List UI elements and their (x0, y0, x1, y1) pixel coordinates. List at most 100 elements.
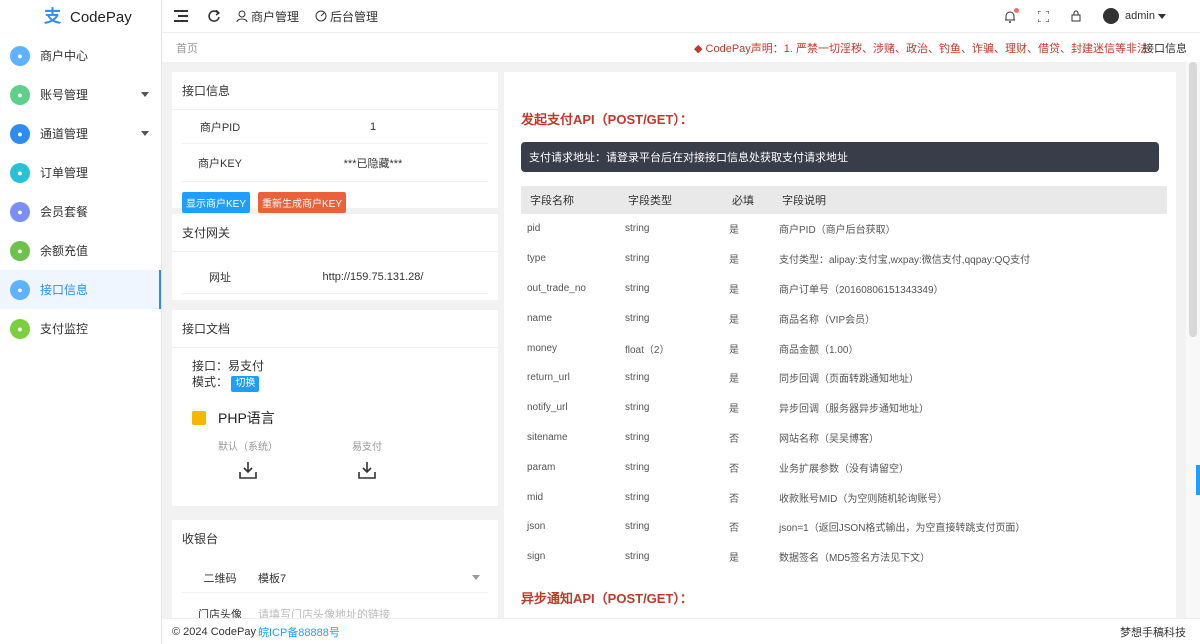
column-header: 字段类型 (619, 186, 723, 214)
table-cell: 收款账号MID（为空则随机轮询账号） (779, 493, 948, 505)
docs-info: 接口：易支付 模式： 切换 (172, 348, 498, 402)
scrollbar-thumb[interactable] (1189, 62, 1197, 337)
api-info-card: 接口信息 商户PID 1 商户KEY ***已隐藏*** 显示商户KEY 重新生… (172, 72, 498, 213)
sidebar-item-4[interactable]: ● 会员套餐 (0, 192, 161, 231)
table-cell: 数据签名（MD5签名方法见下文） (779, 553, 931, 565)
scrollbar[interactable] (1186, 62, 1200, 618)
table-cell: 是 (729, 255, 739, 267)
table-cell: string (625, 431, 650, 443)
table-cell: 商品金额（1.00） (779, 344, 859, 356)
table-cell: out_trade_no (527, 282, 586, 294)
gateway-url-value[interactable]: http://159.75.131.28/ (258, 271, 488, 283)
sidebar-item-label: 余额充值 (40, 244, 89, 258)
chevron-down-icon (141, 92, 149, 97)
refresh-icon[interactable] (208, 10, 220, 22)
cart-icon: ● (10, 162, 30, 183)
nav-merchant-management[interactable]: 商户管理 (236, 8, 299, 25)
folder-icon (192, 411, 206, 425)
sidebar-item-2[interactable]: ● 通道管理 (0, 114, 161, 153)
bell-icon[interactable] (1004, 7, 1020, 23)
template-value: 模板7 (258, 572, 287, 585)
interface-label: 接口：易支付 (192, 359, 265, 373)
key-value: ***已隐藏*** (343, 157, 403, 170)
table-cell: 否 (729, 463, 739, 475)
side-float-tab[interactable] (1196, 465, 1200, 495)
pay-url-notice: 支付请求地址：请登录平台后在对接接口信息处获取支付请求地址 (521, 142, 1159, 172)
table-cell: 业务扩展参数（没有请留空） (779, 463, 909, 475)
table-cell: string (625, 402, 650, 414)
table-cell: name (527, 312, 553, 324)
nav-admin-management[interactable]: 后台管理 (315, 8, 378, 25)
lock-icon[interactable] (1071, 10, 1081, 22)
sidebar-item-6[interactable]: ● 接口信息 (0, 270, 161, 309)
sidebar-item-5[interactable]: ● 余额充值 (0, 231, 161, 270)
table-cell: param (527, 461, 556, 473)
key-row: 商户KEY ***已隐藏*** (182, 144, 488, 182)
menu-toggle-icon[interactable] (174, 10, 188, 22)
partial-value[interactable]: 请填写门店头像地址的链接 (258, 606, 488, 618)
table-cell: string (625, 253, 650, 265)
main-content: 接口信息 商户PID 1 商户KEY ***已隐藏*** 显示商户KEY 重新生… (162, 62, 1186, 618)
partial-row: 门店头像 请填写门店头像地址的链接 (182, 599, 488, 618)
footer: © 2024 CodePay 皖ICP备88888号 梦想手稿科技 (162, 618, 1200, 644)
icp-link[interactable]: 皖ICP备88888号 (258, 624, 340, 640)
home-icon: ● (10, 45, 30, 66)
notice-marquee: ◆ CodePay声明：1. 严禁一切淫秽、涉赌、政治、钓鱼、诈骗、理财、借贷、… (694, 40, 1148, 56)
php-lang-label: PHP语言 (218, 410, 275, 426)
docs-title: 接口文档 (172, 310, 498, 348)
table-cell: 支付类型：alipay:支付宝,wxpay:微信支付,qqpay:QQ支付 (779, 255, 1031, 267)
table-cell: 否 (729, 433, 739, 445)
switch-mode-button[interactable]: 切换 (231, 376, 260, 392)
table-row: return_url string 是 同步回调（页面转跳通知地址） (521, 363, 1167, 393)
username: admin (1125, 10, 1155, 22)
pid-label: 商户PID (199, 121, 241, 134)
table-cell: float（2） (625, 344, 670, 356)
table-row: sign string 是 数据签名（MD5签名方法见下文） (521, 542, 1167, 572)
table-cell: 是 (729, 404, 739, 416)
sidebar-item-1[interactable]: ● 账号管理 (0, 75, 161, 114)
regenerate-key-button[interactable]: 重新生成商户KEY (258, 192, 347, 213)
pid-value: 1 (369, 120, 377, 133)
table-cell: 网站名称（吴吴博客） (779, 433, 879, 445)
fullscreen-icon[interactable] (1038, 10, 1050, 22)
download-easy[interactable]: 易支付 (352, 438, 382, 479)
sidebar-item-label: 商户中心 (40, 49, 89, 63)
table-cell: string (625, 312, 650, 324)
sidebar: 支 CodePay ● 商户中心 ● 账号管理 ● 通道管理 ● 订单管理 ● 会员套餐 ● 余额充值… (0, 0, 162, 644)
speaker-icon: ◆ (693, 42, 703, 55)
show-key-button[interactable]: 显示商户KEY (182, 192, 251, 213)
table-cell: 是 (729, 225, 739, 237)
table-row: notify_url string 是 异步回调（服务器异步通知地址） (521, 393, 1167, 423)
table-cell: string (625, 223, 650, 235)
download-icon (358, 462, 376, 479)
table-cell: 是 (729, 284, 739, 296)
pid-row: 商户PID 1 (182, 110, 488, 144)
user-menu[interactable]: admin (1103, 8, 1166, 24)
tab-home[interactable]: 首页 (176, 40, 198, 56)
gateway-url-row: 网址 http://159.75.131.28/ (182, 260, 488, 294)
sidebar-item-7[interactable]: ● 支付监控 (0, 309, 161, 348)
sidebar-item-3[interactable]: ● 订单管理 (0, 153, 161, 192)
pay-api-title: 发起支付API（POST/GET）： (521, 112, 693, 127)
qr-label: 二维码 (203, 572, 237, 585)
sidebar-item-label: 账号管理 (40, 88, 89, 102)
sidebar-item-label: 支付监控 (40, 322, 89, 336)
diamond-icon: ● (10, 201, 30, 222)
download-icon (239, 462, 257, 479)
footer-brand: 梦想手稿科技 (1120, 626, 1186, 639)
table-cell: string (625, 461, 650, 473)
table-cell: string (625, 521, 650, 533)
sidebar-item-0[interactable]: ● 商户中心 (0, 36, 161, 75)
mode-row: 模式： 切换 (192, 374, 478, 392)
gateway-url-label: 网址 (209, 271, 231, 284)
table-cell: 商品名称（VIP会员） (779, 314, 876, 326)
gateway-title: 支付网关 (172, 214, 498, 252)
gateway-card: 支付网关 网址 http://159.75.131.28/ (172, 214, 498, 300)
app-logo[interactable]: 支 CodePay (0, 0, 161, 34)
table-cell: 是 (729, 374, 739, 386)
header-right-tools: admin (982, 0, 1166, 32)
notice-text: CodePay声明：1. 严禁一切淫秽、涉赌、政治、钓鱼、诈骗、理财、借贷、封建… (705, 42, 1148, 55)
template-select[interactable]: 二维码 模板7 (182, 563, 488, 593)
download-default[interactable]: 默认（系统） (218, 438, 278, 479)
tab-api-info[interactable]: 接口信息 (1143, 40, 1187, 56)
